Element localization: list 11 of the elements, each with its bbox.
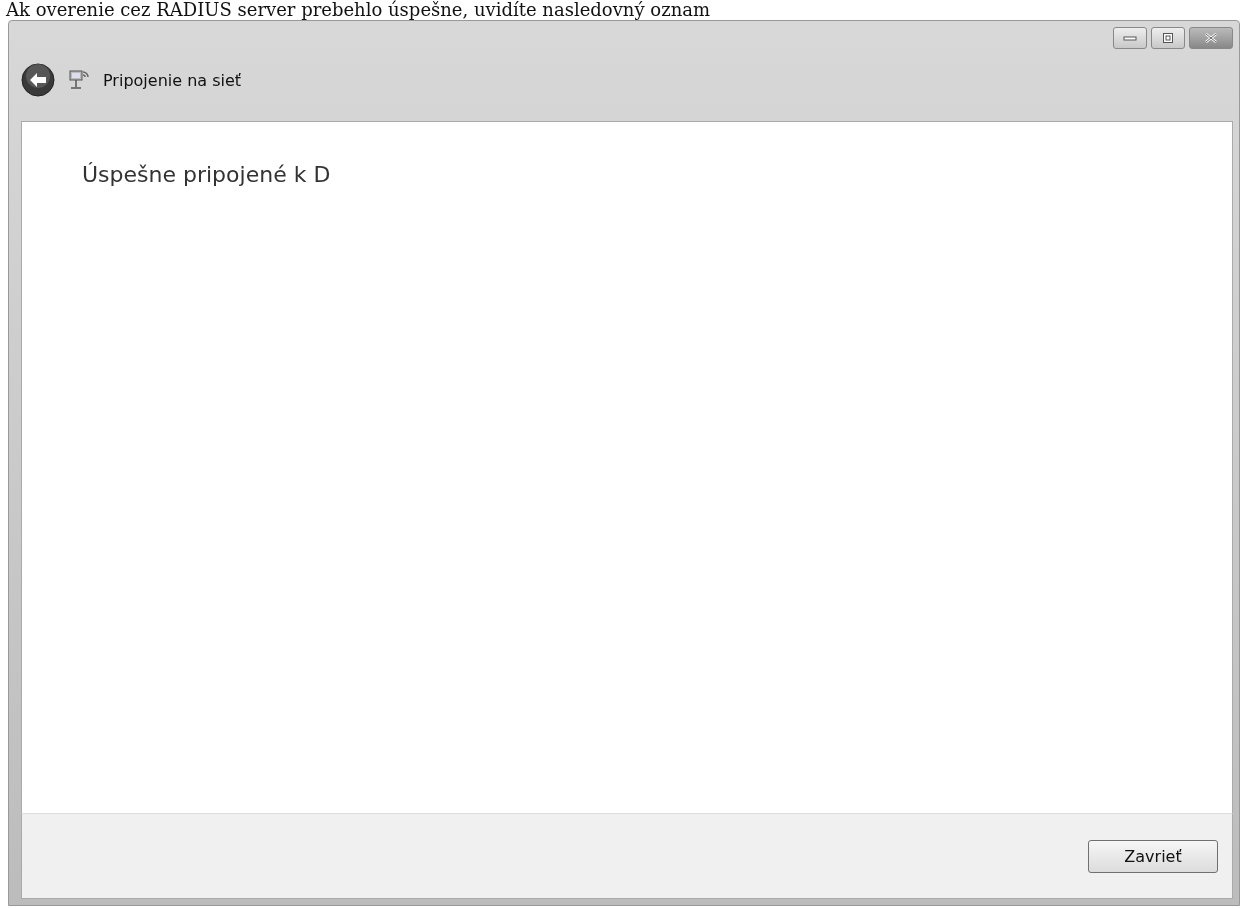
caption-text: Ak overenie cez RADIUS server prebehlo úspešne, uvidíte nasledovný oznam [5, 0, 712, 20]
minimize-icon [1122, 34, 1138, 42]
maximize-button[interactable] [1151, 27, 1185, 49]
status-message: Úspešne pripojené k D [82, 162, 331, 187]
close-icon [1203, 32, 1219, 44]
close-dialog-button[interactable]: Zavrieť [1088, 839, 1218, 873]
back-button[interactable] [21, 63, 55, 97]
maximize-icon [1162, 32, 1174, 44]
window-title: Pripojenie na sieť [103, 70, 242, 90]
network-icon [67, 68, 91, 92]
minimize-button[interactable] [1113, 27, 1147, 49]
